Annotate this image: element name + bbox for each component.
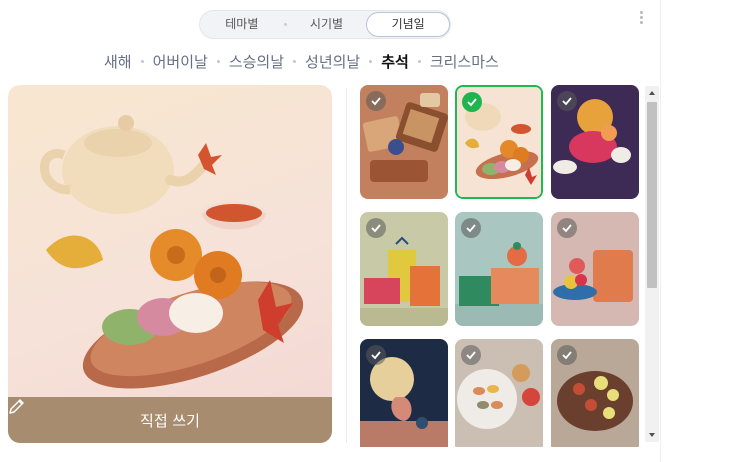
thumbnail-scrollbar[interactable] — [645, 86, 659, 442]
check-icon — [557, 345, 577, 365]
check-icon — [462, 92, 482, 112]
theme-thumbnail-grid — [360, 85, 644, 447]
chip-coming-of-age-day[interactable]: 성년의날 — [305, 51, 360, 72]
page-background — [662, 0, 747, 462]
chip-christmas[interactable]: 크리스마스 — [430, 51, 499, 72]
write-directly-label: 직접 쓰기 — [140, 411, 200, 430]
chip-separator — [216, 59, 220, 63]
theme-thumbnail[interactable] — [360, 339, 448, 447]
theme-thumbnail[interactable] — [455, 339, 543, 447]
theme-thumbnail[interactable] — [551, 85, 639, 199]
theme-tab-bar: 테마별 시기별 기념일 — [199, 10, 451, 39]
check-icon — [366, 345, 386, 365]
chip-separator — [417, 59, 421, 63]
card-theme-panel: 테마별 시기별 기념일 새해 어버이날 스승의날 성년의날 추석 크리스마스 직… — [0, 0, 661, 462]
divider — [346, 88, 347, 443]
pencil-icon — [9, 399, 24, 414]
chuseok-illustration — [40, 115, 304, 389]
chip-new-year[interactable]: 새해 — [104, 51, 132, 72]
category-chip-bar: 새해 어버이날 스승의날 성년의날 추석 크리스마스 — [104, 50, 499, 72]
check-icon — [461, 345, 481, 365]
scrollbar-thumb[interactable] — [647, 102, 657, 288]
tab-theme[interactable]: 테마별 — [200, 11, 284, 38]
chip-teachers-day[interactable]: 스승의날 — [229, 51, 284, 72]
check-icon — [557, 91, 577, 111]
theme-thumbnail[interactable] — [551, 339, 639, 447]
card-preview: 직접 쓰기 — [8, 85, 332, 443]
theme-thumbnail[interactable] — [551, 212, 639, 326]
chip-separator — [140, 59, 144, 63]
chip-parents-day[interactable]: 어버이날 — [153, 51, 208, 72]
more-options-icon[interactable] — [637, 10, 645, 26]
scroll-down-arrow-icon[interactable] — [645, 428, 659, 442]
theme-thumbnail-selected[interactable] — [455, 85, 543, 199]
chip-separator — [293, 59, 297, 63]
tab-anniversary[interactable]: 기념일 — [366, 12, 450, 37]
check-icon — [366, 218, 386, 238]
chip-chuseok[interactable]: 추석 — [381, 51, 409, 72]
scroll-up-arrow-icon[interactable] — [645, 86, 659, 100]
tab-season[interactable]: 시기별 — [287, 11, 367, 38]
check-icon — [557, 218, 577, 238]
write-directly-button[interactable]: 직접 쓰기 — [8, 397, 332, 443]
check-icon — [366, 91, 386, 111]
theme-thumbnail[interactable] — [360, 212, 448, 326]
theme-thumbnail[interactable] — [455, 212, 543, 326]
chip-separator — [369, 59, 373, 63]
theme-thumbnail[interactable] — [360, 85, 448, 199]
check-icon — [461, 218, 481, 238]
